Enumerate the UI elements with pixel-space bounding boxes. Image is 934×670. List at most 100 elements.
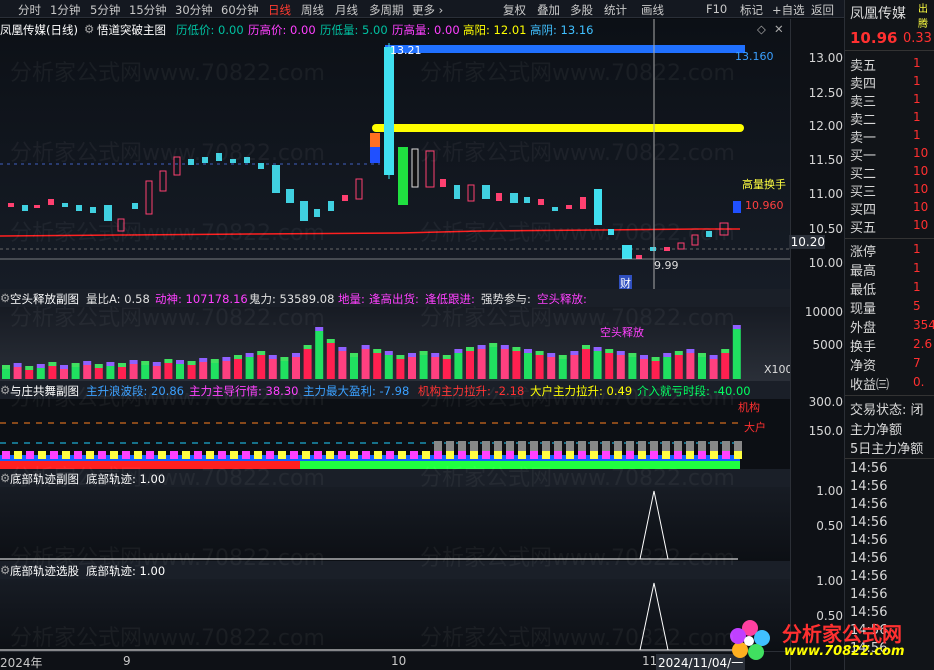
sub-panel-dibu[interactable]: ⚙ 底部轨迹副图 底部轨迹: 1.00 xyxy=(0,469,790,561)
volume-bar xyxy=(141,365,150,379)
sub-panel-kongtou[interactable]: ⚙ 空头释放副图 量比A: 0.58 动神: 107178.16 鬼力: 535… xyxy=(0,289,793,381)
volume-bar xyxy=(292,357,300,379)
multiplier-label: X100 xyxy=(764,363,793,376)
toolbar-button[interactable]: F10 xyxy=(706,2,727,16)
volume-bar xyxy=(663,357,672,379)
quote-value: 2.6 xyxy=(913,337,933,351)
period-tab[interactable]: 周线 xyxy=(301,2,324,18)
toolbar-button[interactable]: 画线 xyxy=(641,2,664,18)
sub-title[interactable]: 空头释放副图 xyxy=(10,291,79,307)
y-tick: 13.00 xyxy=(808,51,843,65)
sub-panel-yuzhuang[interactable]: ⚙ 与庄共舞副图 主升浪波段: 20.86 主力主导行情: 38.30 主力最大… xyxy=(0,381,790,469)
flow-cell xyxy=(662,441,670,451)
tick-time: 14:56 xyxy=(850,551,888,566)
toolbar-button[interactable]: 叠加 xyxy=(537,2,560,18)
flow-cell xyxy=(566,441,574,451)
volume-cap xyxy=(141,361,150,365)
settings-icon[interactable]: ⚙ xyxy=(0,291,10,305)
period-tab[interactable]: 月线 xyxy=(335,2,358,18)
order-label: 买一 xyxy=(850,149,877,164)
y-tick: 0.50 xyxy=(816,519,843,533)
order-label: 买三 xyxy=(850,185,877,200)
period-tab[interactable]: 60分钟 xyxy=(221,2,259,18)
period-tab-active[interactable]: 日线 xyxy=(268,2,291,18)
sub-item: 逢低跟进: xyxy=(425,292,475,306)
volume-bar xyxy=(593,351,602,379)
toolbar-button[interactable]: +自选 xyxy=(772,2,805,18)
flow-cell xyxy=(386,451,394,459)
net-flow5-label[interactable]: 5日主力净额 xyxy=(850,438,923,457)
stat-high-price: 历高价: 0.00 xyxy=(248,23,316,37)
flow-cell xyxy=(518,441,526,451)
settings-icon[interactable]: ⚙ xyxy=(84,22,94,36)
sub-title[interactable]: 底部轨迹副图 xyxy=(10,471,79,487)
volume-bar xyxy=(71,367,80,379)
settings-icon[interactable]: ⚙ xyxy=(0,383,10,397)
close-icon[interactable]: ✕ xyxy=(774,22,784,36)
diamond-icon[interactable]: ◇ xyxy=(757,22,766,36)
volume-cap xyxy=(48,362,57,366)
period-tab[interactable]: 15分钟 xyxy=(129,2,167,18)
toolbar-button[interactable]: 返回 xyxy=(811,2,834,18)
flow-cell xyxy=(734,451,742,459)
toolbar-button[interactable]: 统计 xyxy=(604,2,627,18)
period-tab[interactable]: 1分钟 xyxy=(50,2,80,18)
quote-label: 涨停 xyxy=(850,245,877,260)
order-value: 1 xyxy=(913,128,921,142)
flow-cell xyxy=(578,451,586,459)
period-tab[interactable]: 分时 xyxy=(18,2,41,18)
period-tab[interactable]: 5分钟 xyxy=(90,2,120,18)
volume-bar xyxy=(651,361,660,379)
flow-cell xyxy=(278,451,286,459)
quote-value: 7 xyxy=(913,356,921,370)
main-chart-header: 凤凰传媒(日线) ⚙ 悟道突破主图 历低价: 0.00 历高价: 0.00 历低… xyxy=(0,19,790,39)
volume-cap xyxy=(292,353,300,357)
price-change: 0.33 xyxy=(903,31,932,46)
volume-cap xyxy=(535,351,544,355)
period-tab[interactable]: 多周期 xyxy=(369,2,404,18)
quote-value: 1 xyxy=(913,280,921,294)
sub-panel-xuangu[interactable]: ⚙ 底部轨迹选股 底部轨迹: 1.00 xyxy=(0,561,790,651)
flow-cell xyxy=(626,451,634,459)
main-chart-panel[interactable]: 凤凰传媒(日线) ⚙ 悟道突破主图 历低价: 0.00 历高价: 0.00 历低… xyxy=(0,19,790,291)
flow-cell xyxy=(494,441,502,451)
sub-title[interactable]: 与庄共舞副图 xyxy=(10,383,79,399)
volume-bar xyxy=(721,353,730,379)
volume-bar xyxy=(570,355,579,379)
quote-panel[interactable]: 凤凰传媒 出腾 10.96 0.33 卖五 1 卖四 1 卖三 1 卖二 1 卖一 1 买一 10 买二… xyxy=(844,0,934,670)
toolbar-button[interactable]: 复权 xyxy=(503,2,526,18)
flow-cell xyxy=(374,451,382,459)
flow-cell xyxy=(14,451,22,459)
period-tab[interactable]: 更多 › xyxy=(412,2,443,18)
sub-item: 大户主力拉升: 0.49 xyxy=(530,384,633,398)
y-tick: 10.00 xyxy=(808,256,843,270)
settings-icon[interactable]: ⚙ xyxy=(0,563,10,577)
toolbar-button[interactable]: 多股 xyxy=(570,2,593,18)
sub-item: 鬼力: 53589.08 xyxy=(249,292,335,306)
flow-cell xyxy=(494,451,502,459)
volume-bar xyxy=(524,353,532,379)
toolbar-button[interactable]: 标记 xyxy=(740,2,763,18)
date-label: 11 xyxy=(642,654,658,668)
y-tick: 12.50 xyxy=(808,86,843,100)
quote-value: 1 xyxy=(913,242,921,256)
flow-cell xyxy=(170,451,178,459)
volume-cap xyxy=(431,353,440,357)
volume-cap xyxy=(199,358,208,362)
volume-cap xyxy=(338,347,347,351)
settings-icon[interactable]: ⚙ xyxy=(0,471,10,485)
volume-cap xyxy=(326,339,335,343)
volume-bar xyxy=(477,349,486,379)
flow-cell xyxy=(566,451,574,459)
period-tab[interactable]: 30分钟 xyxy=(175,2,213,18)
net-flow-label[interactable]: 主力净额 xyxy=(850,419,902,438)
candlestick-chart[interactable] xyxy=(0,19,790,289)
volume-bar xyxy=(640,359,648,379)
tick-time: 14:56 xyxy=(850,461,888,476)
flow-cell xyxy=(710,441,718,451)
flow-cell xyxy=(290,451,298,459)
sub-title[interactable]: 底部轨迹选股 xyxy=(10,563,79,579)
order-value: 1 xyxy=(913,110,921,124)
indicator-name[interactable]: 悟道突破主图 xyxy=(97,22,166,38)
quote-value: 1 xyxy=(913,261,921,275)
